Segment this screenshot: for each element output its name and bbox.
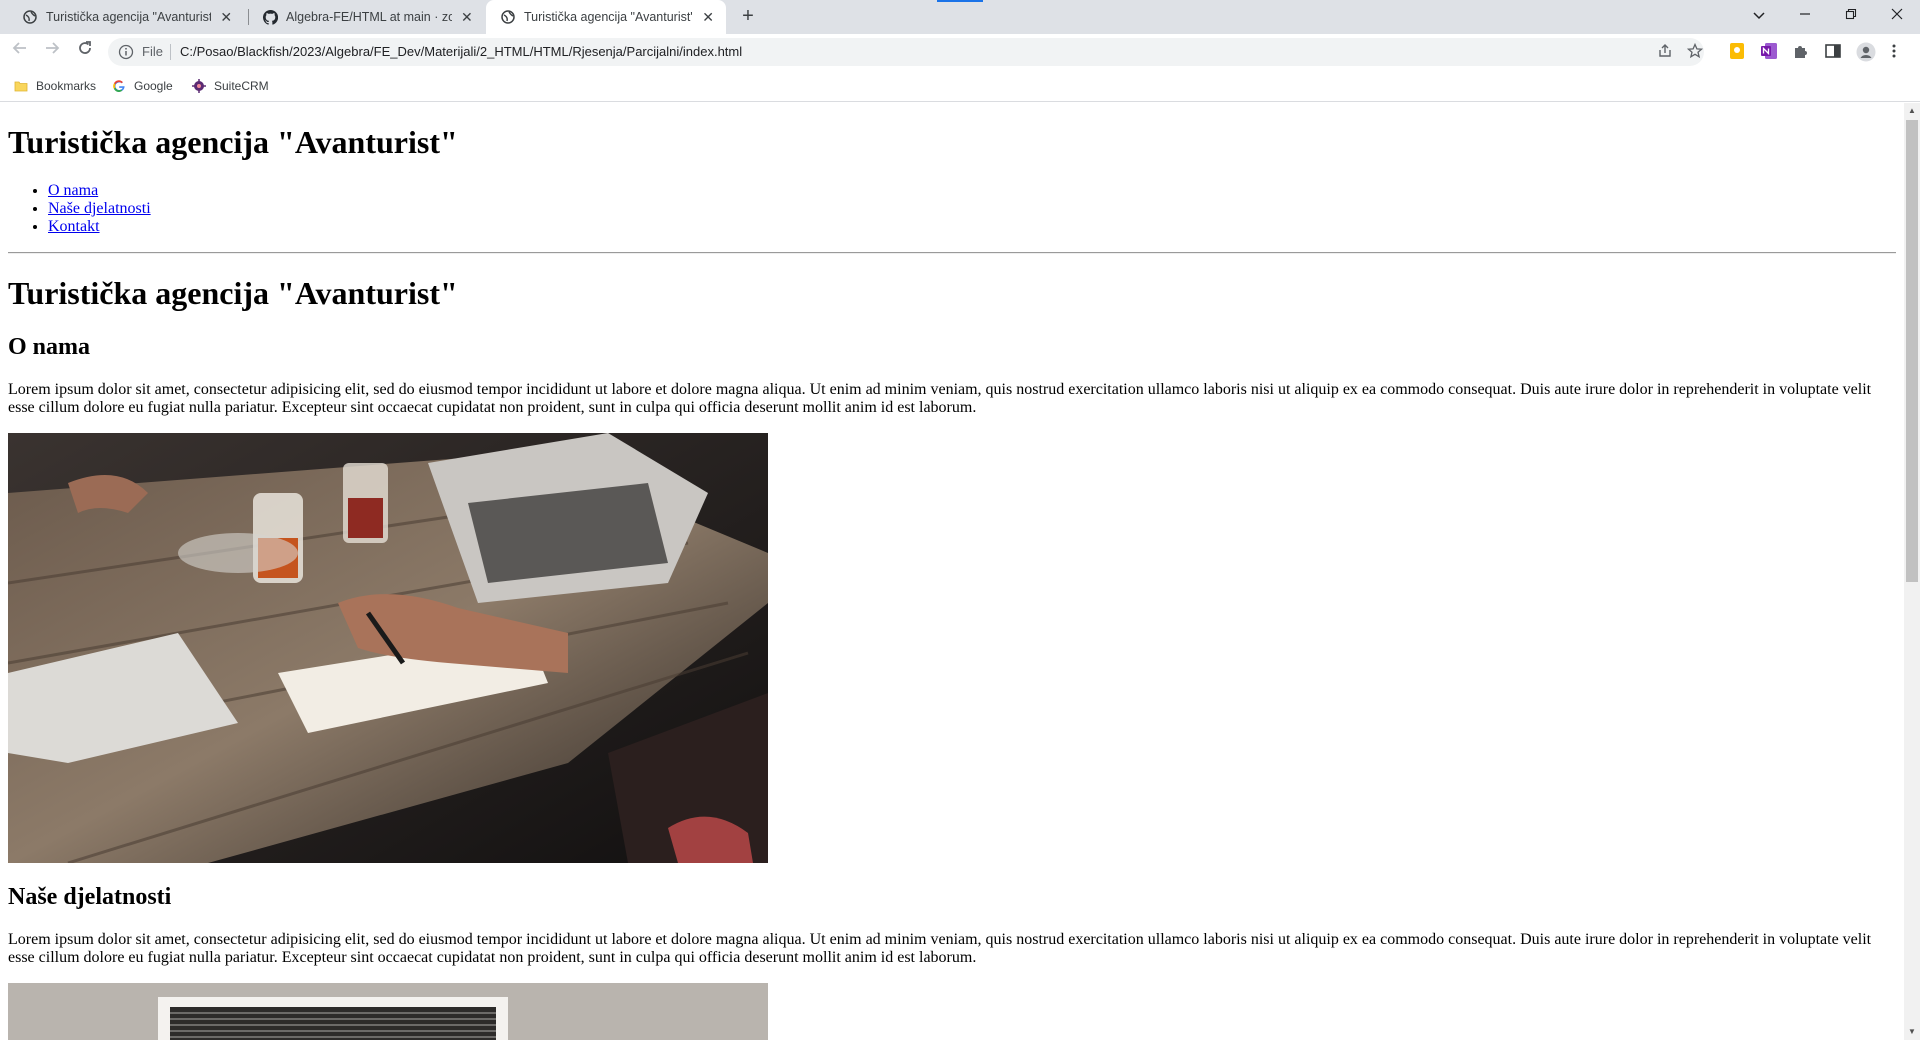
share-icon[interactable] [1656, 43, 1674, 61]
onenote-extension-icon[interactable] [1760, 42, 1780, 62]
section-o-nama: O nama Lorem ipsum dolor sit amet, conse… [8, 333, 1896, 863]
bookmark-folder-bookmarks[interactable]: Bookmarks [14, 76, 96, 96]
github-icon [262, 9, 278, 25]
back-arrow-icon[interactable] [8, 40, 32, 64]
google-icon [112, 79, 126, 93]
nav-link-o-nama[interactable]: O nama [48, 182, 98, 199]
nav-item-kontakt: Kontakt [48, 218, 1896, 236]
section-nase-djelatnosti: Naše djelatnosti Lorem ipsum dolor sit a… [8, 883, 1896, 1040]
site-header: Turistička agencija "Avanturist" O nama … [8, 124, 1896, 254]
tab-title: Turistička agencija "Avanturist" [46, 10, 211, 24]
scroll-up-arrow-icon[interactable]: ▲ [1904, 103, 1920, 119]
menu-kebab-icon[interactable] [1888, 42, 1900, 62]
minimize-icon[interactable] [1782, 0, 1828, 30]
keep-extension-icon[interactable] [1728, 42, 1748, 62]
bookmark-label: Google [134, 79, 173, 93]
nav-item-nase-djelatnosti: Naše djelatnosti [48, 200, 1896, 218]
nav-item-o-nama: O nama [48, 182, 1896, 200]
bookmark-label: Bookmarks [36, 79, 97, 93]
scrollbar-thumb[interactable] [1906, 120, 1918, 582]
url-text[interactable]: C:/Posao/Blackfish/2023/Algebra/FE_Dev/M… [180, 44, 742, 59]
browser-toolbar: File C:/Posao/Blackfish/2023/Algebra/FE_… [0, 34, 1920, 70]
header-title: Turistička agencija "Avanturist" [8, 124, 458, 160]
address-bar[interactable]: File C:/Posao/Blackfish/2023/Algebra/FE_… [108, 38, 1704, 66]
bookmark-star-icon[interactable] [1686, 42, 1704, 61]
close-icon[interactable]: ✕ [219, 9, 234, 25]
nav-link-kontakt[interactable]: Kontakt [48, 218, 100, 235]
extensions-puzzle-icon[interactable] [1792, 42, 1812, 62]
globe-icon [22, 9, 38, 25]
folder-icon [14, 79, 28, 93]
forward-arrow-icon[interactable] [40, 40, 64, 64]
info-icon[interactable] [118, 44, 134, 60]
section-text: Lorem ipsum dolor sit amet, consectetur … [8, 381, 1872, 416]
omnibox-divider [170, 44, 171, 60]
close-icon[interactable]: ✕ [460, 9, 474, 25]
tab-strip-indicator [937, 0, 983, 2]
tab-2[interactable]: Algebra-FE/HTML at main · zorisl ✕ [248, 0, 484, 34]
tab-title: Algebra-FE/HTML at main · zorisl [286, 10, 452, 24]
globe-icon [500, 9, 516, 25]
tab-search-chevron-icon[interactable] [1736, 0, 1782, 30]
close-icon[interactable]: ✕ [700, 9, 716, 25]
main-nav: O nama Naše djelatnosti Kontakt [8, 182, 1896, 236]
page-viewport: Turistička agencija "Avanturist" O nama … [0, 103, 1904, 1040]
suitecrm-icon [192, 79, 206, 93]
tab-strip: Turistička agencija "Avanturist" ✕ Algeb… [0, 0, 1920, 34]
nav-link-nase-djelatnosti[interactable]: Naše djelatnosti [48, 200, 151, 217]
close-window-icon[interactable] [1874, 0, 1920, 30]
scheme-label: File [142, 44, 163, 59]
reload-icon[interactable] [73, 40, 97, 64]
side-panel-icon[interactable] [1824, 42, 1844, 62]
bookmark-label: SuiteCRM [214, 79, 269, 93]
bookmarks-bar: Bookmarks Google SuiteCRM [0, 70, 1920, 102]
section-heading: O nama [8, 334, 91, 360]
section-heading: Naše djelatnosti [8, 884, 172, 910]
bookmark-google[interactable]: Google [112, 76, 173, 96]
office-desk-photo [8, 433, 768, 863]
new-tab-button[interactable]: + [736, 5, 760, 29]
page-scrollbar[interactable]: ▲ ▼ [1904, 103, 1920, 1040]
tab-1[interactable]: Turistička agencija "Avanturist" ✕ [8, 0, 244, 34]
activities-photo [8, 983, 768, 1040]
bookmark-suitecrm[interactable]: SuiteCRM [192, 76, 269, 96]
scroll-down-arrow-icon[interactable]: ▼ [1904, 1024, 1920, 1040]
profile-avatar-icon[interactable] [1856, 42, 1876, 62]
tab-3-active[interactable]: Turistička agencija "Avanturist" ✕ [486, 0, 726, 34]
main-title: Turistička agencija "Avanturist" [8, 275, 458, 311]
header-divider [8, 252, 1896, 254]
section-text: Lorem ipsum dolor sit amet, consectetur … [8, 931, 1872, 966]
tab-title: Turistička agencija "Avanturist" [524, 10, 693, 24]
restore-icon[interactable] [1828, 0, 1874, 30]
page-content: Turistička agencija "Avanturist" O nama … [0, 124, 1904, 1040]
